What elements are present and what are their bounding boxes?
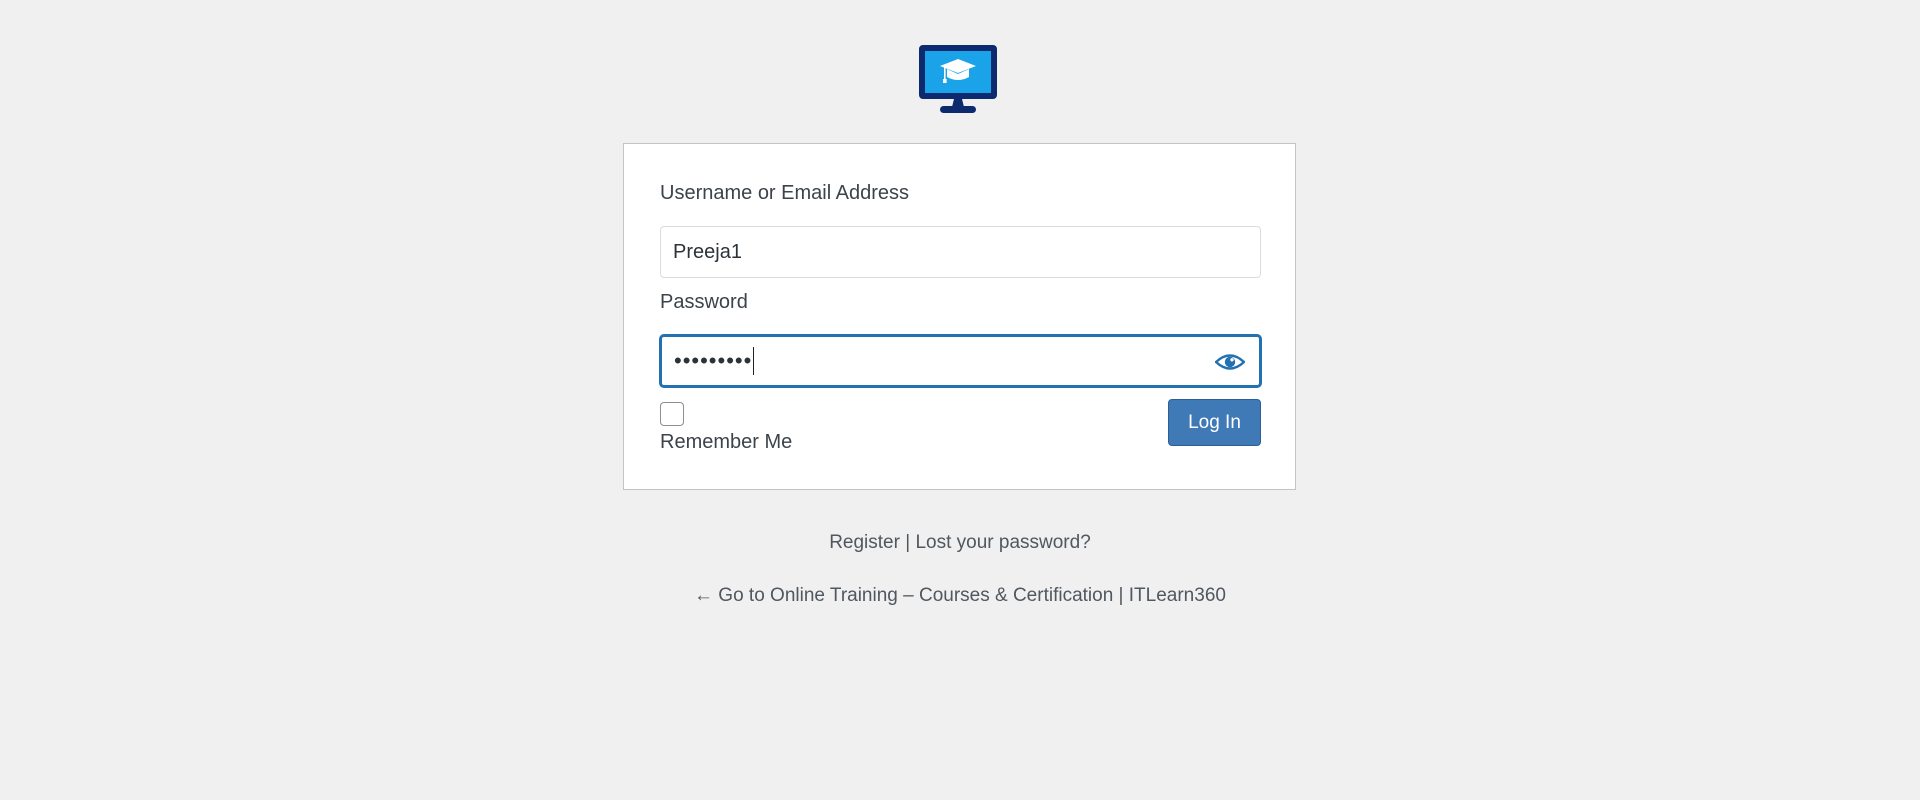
remember-me-label[interactable]: Remember Me (660, 431, 792, 454)
password-value: ••••••••• (674, 348, 753, 373)
username-value: Preeja1 (673, 240, 742, 263)
back-to-blog: ← Go to Online Training – Courses & Cert… (0, 585, 1920, 607)
username-input[interactable]: Preeja1 (660, 226, 1261, 278)
username-label: Username or Email Address (660, 182, 909, 204)
password-input[interactable]: ••••••••• (660, 335, 1261, 387)
remember-me-checkbox[interactable] (660, 402, 684, 426)
site-logo[interactable] (918, 44, 998, 114)
login-form: Username or Email Address Preeja1 Passwo… (623, 143, 1296, 490)
password-label: Password (660, 291, 748, 313)
register-link[interactable]: Register (829, 532, 900, 553)
login-nav: Register | Lost your password? (0, 532, 1920, 554)
text-cursor (753, 347, 755, 375)
nav-separator: | (905, 532, 911, 553)
eye-icon[interactable] (1215, 351, 1245, 373)
log-in-button[interactable]: Log In (1168, 399, 1261, 446)
back-to-site-link[interactable]: ← Go to Online Training – Courses & Cert… (694, 585, 1226, 606)
monitor-graduation-cap-icon (919, 45, 997, 113)
lost-password-link[interactable]: Lost your password? (915, 532, 1090, 553)
